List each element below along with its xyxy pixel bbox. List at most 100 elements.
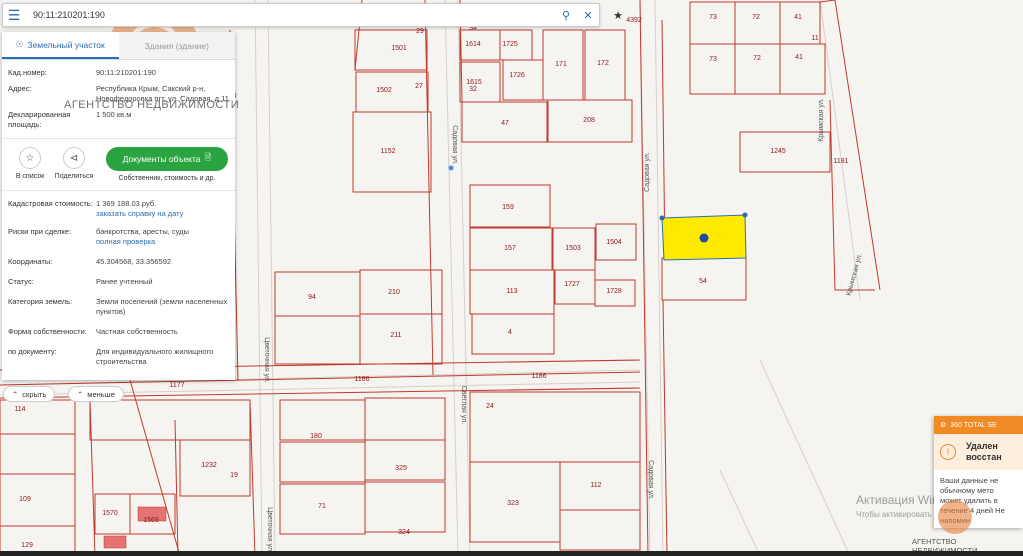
by-document-label: по документу: xyxy=(8,347,57,356)
plot-number-label[interactable]: 94 xyxy=(308,294,316,301)
plot-number-label[interactable]: 1186 xyxy=(354,376,369,383)
plot-number-label[interactable]: 32 xyxy=(469,86,477,93)
plot-number-label[interactable]: 112 xyxy=(590,482,601,489)
plot-number-label[interactable]: 19 xyxy=(230,472,238,479)
plot-number-label[interactable]: 323 xyxy=(507,500,519,507)
cadastral-number-value[interactable]: 90:11:210201:190 xyxy=(96,68,229,78)
taskbar-edge xyxy=(0,551,1023,556)
plot-number-label[interactable]: 47 xyxy=(501,120,509,127)
deal-risks-label: Риски при сделке: xyxy=(8,227,72,236)
plot-number-label[interactable]: 114 xyxy=(14,406,25,413)
land-category-label: Категория земель: xyxy=(8,297,73,306)
plot-number-label[interactable]: 1181 xyxy=(833,158,848,165)
close-icon[interactable]: ✕ xyxy=(577,4,599,26)
plot-number-label[interactable]: 1570 xyxy=(102,510,118,517)
plot-number-label[interactable]: 1501 xyxy=(391,45,407,52)
plot-number-label[interactable]: 325 xyxy=(395,465,407,472)
deal-risks-link[interactable]: полная проверка xyxy=(96,237,229,247)
plot-number-label[interactable]: 54 xyxy=(699,278,707,285)
plot-number-label[interactable]: 159 xyxy=(502,204,514,211)
plot-number-label[interactable]: 210 xyxy=(388,289,400,296)
plot-number-label[interactable]: 24 xyxy=(486,403,494,410)
street-name-label: Крымская ул. xyxy=(818,98,825,142)
ownership-form-value-block: Частная собственность xyxy=(96,327,229,337)
plot-number-label[interactable]: 109 xyxy=(19,496,31,503)
tab-land-plot[interactable]: ☉ Земельный участок xyxy=(2,32,119,59)
plot-number-label[interactable]: 1725 xyxy=(502,41,518,48)
notification-title-area: ! Удален восстан xyxy=(934,434,1023,470)
share-label: Поделиться xyxy=(54,173,94,180)
plot-number-label[interactable]: 1615 xyxy=(466,79,482,86)
plot-number-label[interactable]: 72 xyxy=(752,14,760,21)
notification-header-label: 360 TOTAL SE xyxy=(950,421,997,429)
chevron-up-icon: ⌃ xyxy=(77,389,84,399)
plot-number-label[interactable]: 1503 xyxy=(565,245,581,252)
coordinates-value-block: 45.304568, 33.356592 xyxy=(96,257,229,267)
search-icon[interactable]: ⚲ xyxy=(555,4,577,26)
panel-actions: ☆ В список ⊲ Поделиться Документы объект… xyxy=(2,147,235,182)
plot-number-label[interactable]: 4392 xyxy=(626,17,642,24)
land-category-value: Земли поселений (земли населенных пункто… xyxy=(96,297,228,316)
plot-number-label[interactable]: 4 xyxy=(508,329,512,336)
plot-number-label[interactable]: 27 xyxy=(415,83,423,90)
cadastral-value-value-block: 1 369 188.03 руб. заказать справку на дат… xyxy=(96,199,229,219)
tab-buildings[interactable]: Здания (здание) xyxy=(118,32,235,59)
plot-number-label[interactable]: 11 xyxy=(811,35,818,42)
deal-risks-value-block: банкротства, аресты, суды полная проверка xyxy=(96,227,229,247)
cadastral-value-link[interactable]: заказать справку на дату xyxy=(96,209,229,219)
plot-number-label[interactable]: 211 xyxy=(390,332,401,339)
street-name-label: Садовая ул. xyxy=(647,460,654,500)
plot-number-label[interactable]: 1569 xyxy=(143,517,159,524)
plot-number-label[interactable]: 1186 xyxy=(531,373,546,380)
plot-number-label[interactable]: 72 xyxy=(753,55,761,62)
land-category-value-block: Земли поселений (земли населенных пункто… xyxy=(96,297,229,317)
coordinates-value: 45.304568, 33.356592 xyxy=(96,257,172,266)
plot-number-label[interactable]: 73 xyxy=(709,56,717,63)
agency-logo-small xyxy=(938,500,972,534)
area-row: Декларированная площадь: 1 500 кв.м xyxy=(2,110,235,130)
deal-risks-row: Риски при сделке: банкротства, аресты, су… xyxy=(2,227,235,247)
street-name-label: Садовая ул. xyxy=(451,125,458,165)
by-document-value: Для индивидуального жилищного строительс… xyxy=(96,347,214,366)
less-button[interactable]: ⌃ меньше xyxy=(68,386,124,402)
status-label: Статус: xyxy=(8,277,34,286)
land-plot-icon: ☉ xyxy=(15,39,24,49)
add-to-list-button[interactable]: ☆ В список xyxy=(8,147,52,180)
documents-button[interactable]: Документы объекта 🗎 xyxy=(106,147,228,171)
cadastral-number-label: Кад.номер: xyxy=(8,68,47,77)
plot-number-label[interactable]: 1232 xyxy=(201,462,217,469)
plot-number-label[interactable]: 41 xyxy=(795,54,803,61)
menu-icon[interactable]: ☰ xyxy=(3,4,25,26)
plot-number-label[interactable]: 1502 xyxy=(376,87,392,94)
plot-number-label[interactable]: 1727 xyxy=(564,281,580,288)
document-icon: 🗎 xyxy=(204,152,212,162)
share-button[interactable]: ⊲ Поделиться xyxy=(52,147,96,180)
land-category-row: Категория земель: Земли поселений (земли … xyxy=(2,297,235,317)
plot-number-label[interactable]: 1152 xyxy=(380,148,395,155)
plot-number-label[interactable]: 1726 xyxy=(509,72,525,79)
plot-number-label[interactable]: 29 xyxy=(416,28,424,35)
tab-buildings-label: Здания (здание) xyxy=(144,40,209,51)
hide-button[interactable]: ⌃ скрыть xyxy=(3,386,56,402)
plot-number-label[interactable]: 157 xyxy=(504,245,516,252)
plot-number-label[interactable]: 41 xyxy=(794,14,802,21)
plot-number-label[interactable]: 113 xyxy=(506,288,517,295)
plot-number-label[interactable]: 1614 xyxy=(465,41,481,48)
by-document-row: по документу: Для индивидуального жилищно… xyxy=(2,347,235,367)
plot-number-label[interactable]: 71 xyxy=(318,503,326,510)
search-input[interactable]: 90:11:210201:190 xyxy=(25,10,555,20)
plot-number-label[interactable]: 324 xyxy=(398,529,410,536)
plot-number-label[interactable]: 1177 xyxy=(169,382,184,389)
status-value-block: Ранее учтенный xyxy=(96,277,229,287)
plot-number-label[interactable]: 1728 xyxy=(606,288,622,295)
plot-number-label[interactable]: 73 xyxy=(709,14,717,21)
plot-number-label[interactable]: 171 xyxy=(555,61,567,68)
plot-number-label[interactable]: 172 xyxy=(597,60,609,67)
share-icon: ⊲ xyxy=(63,147,85,169)
plot-number-label[interactable]: 208 xyxy=(583,117,595,124)
plot-number-label[interactable]: 1245 xyxy=(770,148,786,155)
plot-number-label[interactable]: 129 xyxy=(21,542,33,549)
star-icon[interactable]: ★ xyxy=(608,5,628,25)
plot-number-label[interactable]: 1504 xyxy=(606,239,622,246)
plot-number-label[interactable]: 180 xyxy=(310,433,322,440)
